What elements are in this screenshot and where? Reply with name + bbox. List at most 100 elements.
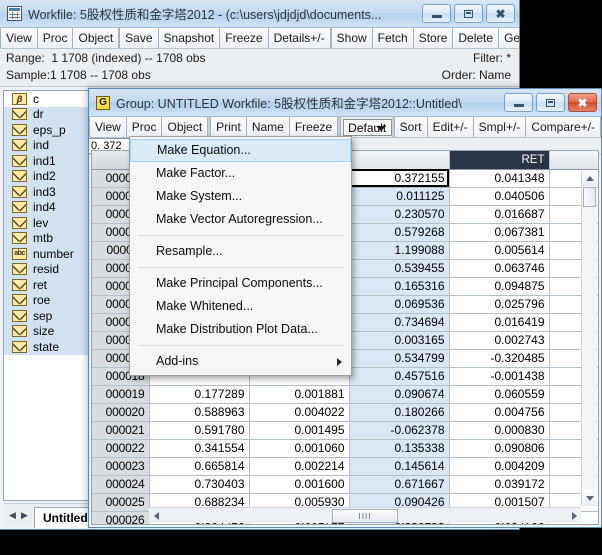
- menu-item[interactable]: Make Whitened...: [130, 295, 351, 318]
- group-proc-button[interactable]: Proc: [126, 117, 163, 137]
- close-button[interactable]: ✖: [486, 4, 515, 23]
- grid-cell[interactable]: 0.180266: [349, 403, 450, 422]
- grid-cell[interactable]: 0.671667: [349, 475, 450, 494]
- grid-cell[interactable]: 0.591780: [149, 421, 250, 440]
- grid-cell[interactable]: 0.003165: [349, 331, 450, 350]
- grid-row-obs[interactable]: 000019: [92, 385, 150, 404]
- group-object-button[interactable]: Object: [162, 117, 209, 137]
- grid-cell[interactable]: 0.004209: [449, 457, 550, 476]
- grid-row[interactable]: 0000240.7304030.0016000.6716670.0391726: [92, 475, 598, 494]
- grid-cell[interactable]: 0.041348: [449, 169, 550, 188]
- toolbar-save-button[interactable]: Save: [120, 28, 159, 48]
- grid-cell[interactable]: 0.372155: [349, 169, 450, 188]
- tab-next-icon[interactable]: ▶: [19, 510, 30, 521]
- grid-cell[interactable]: 0.734694: [349, 313, 450, 332]
- menu-item[interactable]: Make Principal Components...: [130, 272, 351, 295]
- group-sort-button[interactable]: Sort: [394, 117, 428, 137]
- scroll-up-button[interactable]: [582, 170, 598, 186]
- grid-row[interactable]: 0000210.5917800.001495-0.0623780.0008304: [92, 421, 598, 440]
- grid-cell[interactable]: 0.016419: [449, 313, 550, 332]
- grid-row-obs[interactable]: 000023: [92, 457, 150, 476]
- toolbar-store-button[interactable]: Store: [413, 28, 454, 48]
- grid-cell[interactable]: 0.341554: [149, 439, 250, 458]
- grid-cell[interactable]: 1.199088: [349, 241, 450, 260]
- toolbar-show-button[interactable]: Show: [331, 28, 373, 48]
- grid-cell[interactable]: 0.025796: [449, 295, 550, 314]
- grid-cell[interactable]: 0.230570: [349, 205, 450, 224]
- grid-cell[interactable]: 0.665814: [149, 457, 250, 476]
- toolbar-fetch-button[interactable]: Fetch: [372, 28, 414, 48]
- grid-cell[interactable]: 0.539455: [349, 259, 450, 278]
- group-smpl-button[interactable]: Smpl+/-: [473, 117, 527, 137]
- grid-cell[interactable]: 0.063746: [449, 259, 550, 278]
- grid-cell[interactable]: 0.001600: [249, 475, 350, 494]
- grid-row[interactable]: 0000190.1772890.0018810.0906740.0605594: [92, 385, 598, 404]
- grid-row-obs[interactable]: 000026: [92, 511, 150, 524]
- grid-cell[interactable]: 0.457516: [349, 367, 450, 386]
- grid-cell[interactable]: 0.145614: [349, 457, 450, 476]
- grid-cell[interactable]: 0.135338: [349, 439, 450, 458]
- grid-cell[interactable]: 0.090674: [349, 385, 450, 404]
- grid-cell[interactable]: 0.001495: [249, 421, 350, 440]
- workfile-titlebar[interactable]: Workfile: 5股权性质和金字塔2012 - (c:\users\jdjd…: [0, 0, 519, 28]
- group-maximize-button[interactable]: [536, 93, 565, 112]
- grid-cell[interactable]: 0.011125: [349, 187, 450, 206]
- grid-column-header-blank[interactable]: [349, 151, 450, 170]
- maximize-button[interactable]: [454, 4, 483, 23]
- grid-cell[interactable]: 0.040506: [449, 187, 550, 206]
- grid-row[interactable]: 0000230.6658140.0022140.1456140.0042093: [92, 457, 598, 476]
- grid-cell[interactable]: 0.016687: [449, 205, 550, 224]
- grid-cell[interactable]: 0.094875: [449, 277, 550, 296]
- grid-cell[interactable]: 0.730403: [149, 475, 250, 494]
- grid-row-obs[interactable]: 000021: [92, 421, 150, 440]
- group-compare-button[interactable]: Compare+/-: [526, 117, 601, 137]
- toolbar-object-button[interactable]: Object: [73, 28, 120, 48]
- menu-item[interactable]: Make Vector Autoregression...: [130, 208, 351, 231]
- toolbar-genr-button[interactable]: Genr: [499, 28, 519, 48]
- group-close-button[interactable]: ✖: [568, 93, 597, 112]
- grid-row[interactable]: 0000200.5889630.0040220.1802660.0047562: [92, 403, 598, 422]
- grid-column-header-roe[interactable]: ROE: [549, 151, 598, 170]
- vertical-scroll-thumb[interactable]: [583, 187, 596, 207]
- grid-cell[interactable]: 0.000830: [449, 421, 550, 440]
- grid-cell[interactable]: 0.004756: [449, 403, 550, 422]
- group-freeze-button[interactable]: Freeze: [289, 117, 339, 137]
- menu-item[interactable]: Make System...: [130, 185, 351, 208]
- menu-item[interactable]: Make Equation...: [130, 139, 351, 162]
- vertical-scrollbar[interactable]: [581, 170, 598, 506]
- grid-cell[interactable]: 0.060559: [449, 385, 550, 404]
- grid-cell[interactable]: 0.002743: [449, 331, 550, 350]
- grid-row-obs[interactable]: 000025: [92, 493, 150, 512]
- grid-cell[interactable]: 0.090806: [449, 439, 550, 458]
- scroll-down-button[interactable]: [582, 490, 598, 506]
- toolbar-snapshot-button[interactable]: Snapshot: [158, 28, 221, 48]
- grid-cell[interactable]: 0.002214: [249, 457, 350, 476]
- grid-cell[interactable]: 0.069536: [349, 295, 450, 314]
- grid-cell[interactable]: 0.588963: [149, 403, 250, 422]
- view-mode-select[interactable]: Default: [343, 119, 392, 136]
- toolbar-freeze-button[interactable]: Freeze: [220, 28, 269, 48]
- grid-cell[interactable]: 0.001060: [249, 439, 350, 458]
- grid-cell[interactable]: 0.004022: [249, 403, 350, 422]
- grid-cell[interactable]: -0.062378: [349, 421, 450, 440]
- grid-column-header-ret[interactable]: RET: [449, 151, 550, 170]
- horizontal-scrollbar[interactable]: IIII: [149, 507, 581, 523]
- grid-row-obs[interactable]: 000024: [92, 475, 150, 494]
- horizontal-scroll-thumb[interactable]: IIII: [332, 509, 398, 523]
- tab-prev-icon[interactable]: ◀: [7, 510, 18, 521]
- menu-item[interactable]: Add-ins: [130, 350, 351, 373]
- scroll-left-button[interactable]: [149, 509, 163, 523]
- grid-cell[interactable]: 0.165316: [349, 277, 450, 296]
- toolbar-view-button[interactable]: View: [0, 28, 38, 48]
- group-print-button[interactable]: Print: [211, 117, 247, 137]
- proc-dropdown-menu[interactable]: Make Equation... Make Factor... Make Syste…: [129, 136, 352, 376]
- grid-cell[interactable]: 0.177289: [149, 385, 250, 404]
- grid-cell[interactable]: 0.534799: [349, 349, 450, 368]
- grid-cell[interactable]: -0.320485: [449, 349, 550, 368]
- menu-item[interactable]: Make Distribution Plot Data...: [130, 318, 351, 341]
- grid-cell[interactable]: -0.001438: [449, 367, 550, 386]
- group-edit-button[interactable]: Edit+/-: [427, 117, 474, 137]
- grid-row-obs[interactable]: 000022: [92, 439, 150, 458]
- menu-item[interactable]: Make Factor...: [130, 162, 351, 185]
- grid-cell[interactable]: 0.579268: [349, 223, 450, 242]
